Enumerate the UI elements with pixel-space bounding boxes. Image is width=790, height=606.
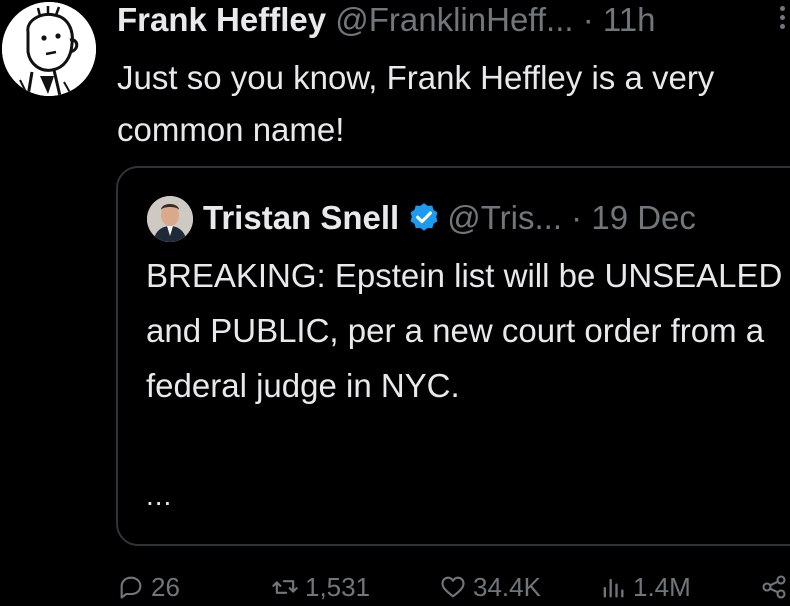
quoted-post[interactable]: Tristan Snell @Tris... · 19 Dec BREAKING:… xyxy=(116,166,790,546)
repost-count: 1,531 xyxy=(305,571,371,602)
repost-button[interactable]: 1,531 xyxy=(271,568,370,606)
quoted-post-header: Tristan Snell @Tris... · 19 Dec xyxy=(203,194,696,242)
verified-badge-icon xyxy=(407,200,441,234)
share-icon xyxy=(762,575,786,599)
quoted-author-handle[interactable]: @Tris... xyxy=(447,199,562,236)
quoted-author-name[interactable]: Tristan Snell xyxy=(203,199,399,236)
repost-icon xyxy=(272,580,298,594)
cartoon-face-icon xyxy=(2,2,96,96)
share-button[interactable] xyxy=(760,568,790,606)
author-avatar[interactable] xyxy=(2,2,96,96)
tweet[interactable]: Frank Heffley @FranklinHeff... · 11h Jus… xyxy=(0,0,790,606)
author-name[interactable]: Frank Heffley xyxy=(117,1,326,38)
views-icon xyxy=(603,578,624,598)
quoted-post-ellipsis: ... xyxy=(146,480,173,511)
views-button[interactable]: 1.4M xyxy=(599,568,691,606)
reply-count: 26 xyxy=(151,571,180,602)
more-dots-icon[interactable] xyxy=(776,6,790,36)
quoted-post-timestamp[interactable]: 19 Dec xyxy=(591,199,696,236)
separator-dot: · xyxy=(571,199,583,236)
reply-icon xyxy=(120,576,142,599)
separator-dot: · xyxy=(582,1,594,38)
reply-button[interactable]: 26 xyxy=(117,568,180,606)
like-button[interactable]: 34.4K xyxy=(439,568,541,606)
quoted-post-text: BREAKING: Epstein list will be UNSEALED … xyxy=(146,257,783,404)
like-count: 34.4K xyxy=(473,571,541,602)
quoted-author-avatar[interactable] xyxy=(147,196,193,242)
post-text: Just so you know, Frank Heffley is a ver… xyxy=(117,59,715,148)
heart-icon xyxy=(441,576,465,598)
person-photo-icon xyxy=(147,196,193,242)
post-timestamp[interactable]: 11h xyxy=(603,1,656,38)
action-bar: 26 1,531 34.4K 1.4M xyxy=(117,568,790,606)
post-header: Frank Heffley @FranklinHeff... · 11h xyxy=(117,0,656,40)
author-handle[interactable]: @FranklinHeff... xyxy=(335,1,573,38)
views-count: 1.4M xyxy=(633,571,691,602)
